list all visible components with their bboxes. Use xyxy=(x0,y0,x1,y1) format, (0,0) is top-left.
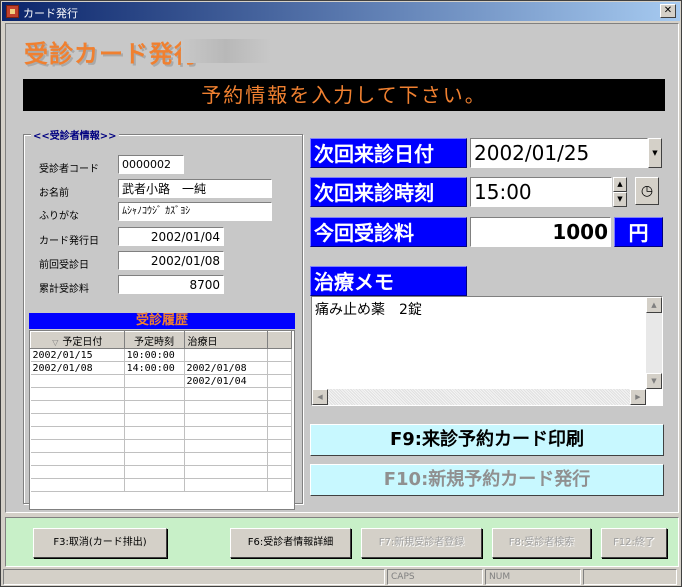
f7-new-patient-button[interactable]: F7:新規受診者登録 xyxy=(361,528,482,558)
card-issue-date-field[interactable]: 2002/01/04 xyxy=(118,227,224,246)
yen-unit-label: 円 xyxy=(614,217,663,247)
history-cell xyxy=(267,348,292,362)
history-col-scheduled-time[interactable]: 予定時刻 xyxy=(123,331,185,349)
scroll-down-button[interactable]: ▼ xyxy=(646,373,662,389)
card-issue-date-label: カード発行日 xyxy=(39,236,99,247)
history-cell xyxy=(30,374,125,388)
furigana-field[interactable]: ﾑｼｬﾉｺｳｼﾞ ｶｽﾞﾖｼ xyxy=(118,202,272,221)
history-cell xyxy=(267,361,292,375)
num-indicator: NUM xyxy=(485,569,581,585)
table-row[interactable]: 2002/01/15 10:00:00 xyxy=(30,348,292,362)
next-visit-date-label: 次回来診日付 xyxy=(310,138,467,168)
memo-horizontal-scrollbar[interactable]: ◀ ▶ xyxy=(312,389,646,405)
status-message xyxy=(3,569,385,585)
table-row[interactable] xyxy=(30,426,292,440)
scroll-left-button[interactable]: ◀ xyxy=(312,389,328,405)
history-cell: 2002/01/04 xyxy=(184,374,269,388)
fee-field[interactable]: 1000 xyxy=(470,217,611,247)
print-card-button[interactable]: F9:来診予約カード印刷 xyxy=(310,424,664,456)
table-row[interactable]: 2002/01/08 14:00:00 2002/01/08 xyxy=(30,361,292,375)
f8-patient-search-button[interactable]: F8:受診者検索 xyxy=(492,528,591,558)
arrow-up-icon: ▲ xyxy=(651,301,657,309)
last-visit-date-field[interactable]: 2002/01/08 xyxy=(118,251,224,270)
history-cell: 2002/01/08 xyxy=(30,361,125,375)
history-col-spacer xyxy=(267,331,292,349)
history-cell xyxy=(267,374,292,388)
client-area: 受診カード発行 予約情報を入力して下さい。 <<受診者情報>> 受診者コード 0… xyxy=(5,23,679,513)
history-header-row: ▽ 予定日付 予定時刻 治療日 xyxy=(30,331,292,349)
arrow-left-icon: ◀ xyxy=(317,393,323,401)
arrow-up-icon: ▲ xyxy=(617,180,623,188)
patient-code-label: 受診者コード xyxy=(39,164,99,175)
scroll-up-button[interactable]: ▲ xyxy=(646,297,662,313)
total-fee-label: 累計受診料 xyxy=(39,284,89,295)
history-cell: 2002/01/15 xyxy=(30,348,125,362)
f6-patient-detail-button[interactable]: F6:受診者情報詳細 xyxy=(230,528,351,558)
clock-button[interactable]: ◷ xyxy=(635,177,659,205)
time-up-button[interactable]: ▲ xyxy=(613,177,627,192)
name-field[interactable]: 武者小路 一純 xyxy=(118,179,272,198)
sort-down-icon: ▽ xyxy=(52,337,59,347)
date-dropdown-button[interactable]: ▼ xyxy=(648,138,662,168)
history-title: 受診履歴 xyxy=(29,313,295,329)
clock-icon: ◷ xyxy=(640,183,654,199)
page-title: 受診カード発行 xyxy=(24,40,199,68)
scroll-right-button[interactable]: ▶ xyxy=(630,389,646,405)
app-icon[interactable] xyxy=(6,5,19,18)
f12-exit-button[interactable]: F12:終了 xyxy=(601,528,667,558)
history-cell xyxy=(124,374,185,388)
table-row[interactable]: 2002/01/04 xyxy=(30,374,292,388)
last-visit-date-label: 前回受診日 xyxy=(39,260,89,271)
next-visit-date-field[interactable]: 2002/01/25 xyxy=(470,138,648,168)
new-card-button[interactable]: F10:新規予約カード発行 xyxy=(310,464,664,496)
instruction-banner: 予約情報を入力して下さい。 xyxy=(23,79,665,111)
memo-vertical-scrollbar[interactable]: ▲ ▼ xyxy=(646,297,662,389)
close-button[interactable]: ✕ xyxy=(660,4,676,18)
table-row[interactable] xyxy=(30,478,292,492)
table-row[interactable] xyxy=(30,452,292,466)
total-fee-field[interactable]: 8700 xyxy=(118,275,224,294)
function-key-bar: F3:取消(カード排出) F6:受診者情報詳細 F7:新規受診者登録 F8:受診… xyxy=(5,517,679,567)
arrow-down-icon: ▼ xyxy=(651,377,657,385)
window-title: カード発行 xyxy=(23,7,78,20)
furigana-label: ふりがな xyxy=(39,211,79,222)
history-col-treatment-date[interactable]: 治療日 xyxy=(183,331,269,349)
table-row[interactable] xyxy=(30,439,292,453)
fee-label: 今回受診料 xyxy=(310,217,467,247)
history-cell: 10:00:00 xyxy=(124,348,185,362)
table-row[interactable] xyxy=(30,465,292,479)
title-bar[interactable]: カード発行 ✕ xyxy=(2,2,680,21)
time-down-button[interactable]: ▼ xyxy=(613,192,627,207)
history-cell: 14:00:00 xyxy=(124,361,185,375)
patient-info-label: <<受診者情報>> xyxy=(31,127,119,142)
table-row[interactable] xyxy=(30,413,292,427)
memo-text: 痛み止め薬 2錠 xyxy=(315,302,422,318)
main-window: カード発行 ✕ 受診カード発行 予約情報を入力して下さい。 <<受診者情報>> … xyxy=(0,0,682,587)
history-table[interactable]: ▽ 予定日付 予定時刻 治療日 2002/01/15 10:00:00 2002/0… xyxy=(29,330,295,510)
title-decoration xyxy=(181,39,271,63)
history-col-scheduled-date[interactable]: ▽ 予定日付 xyxy=(30,331,125,349)
f3-cancel-button[interactable]: F3:取消(カード排出) xyxy=(33,528,167,558)
caps-indicator: CAPS xyxy=(387,569,483,585)
next-visit-time-field[interactable]: 15:00 xyxy=(470,177,612,207)
chevron-down-icon: ▼ xyxy=(652,149,658,157)
name-label: お名前 xyxy=(39,188,69,199)
status-bar: CAPS NUM xyxy=(3,569,679,585)
next-visit-time-label: 次回来診時刻 xyxy=(310,177,467,207)
history-cell xyxy=(184,348,269,362)
status-extra xyxy=(583,569,677,585)
arrow-right-icon: ▶ xyxy=(635,393,641,401)
memo-label: 治療メモ xyxy=(310,266,467,296)
table-row[interactable] xyxy=(30,387,292,401)
patient-code-field[interactable]: 0000002 xyxy=(118,155,184,174)
table-row[interactable] xyxy=(30,400,292,414)
arrow-down-icon: ▼ xyxy=(617,195,623,203)
history-cell: 2002/01/08 xyxy=(184,361,269,375)
memo-textarea[interactable]: 痛み止め薬 2錠 ▲ ▼ ◀ ▶ xyxy=(311,296,663,406)
